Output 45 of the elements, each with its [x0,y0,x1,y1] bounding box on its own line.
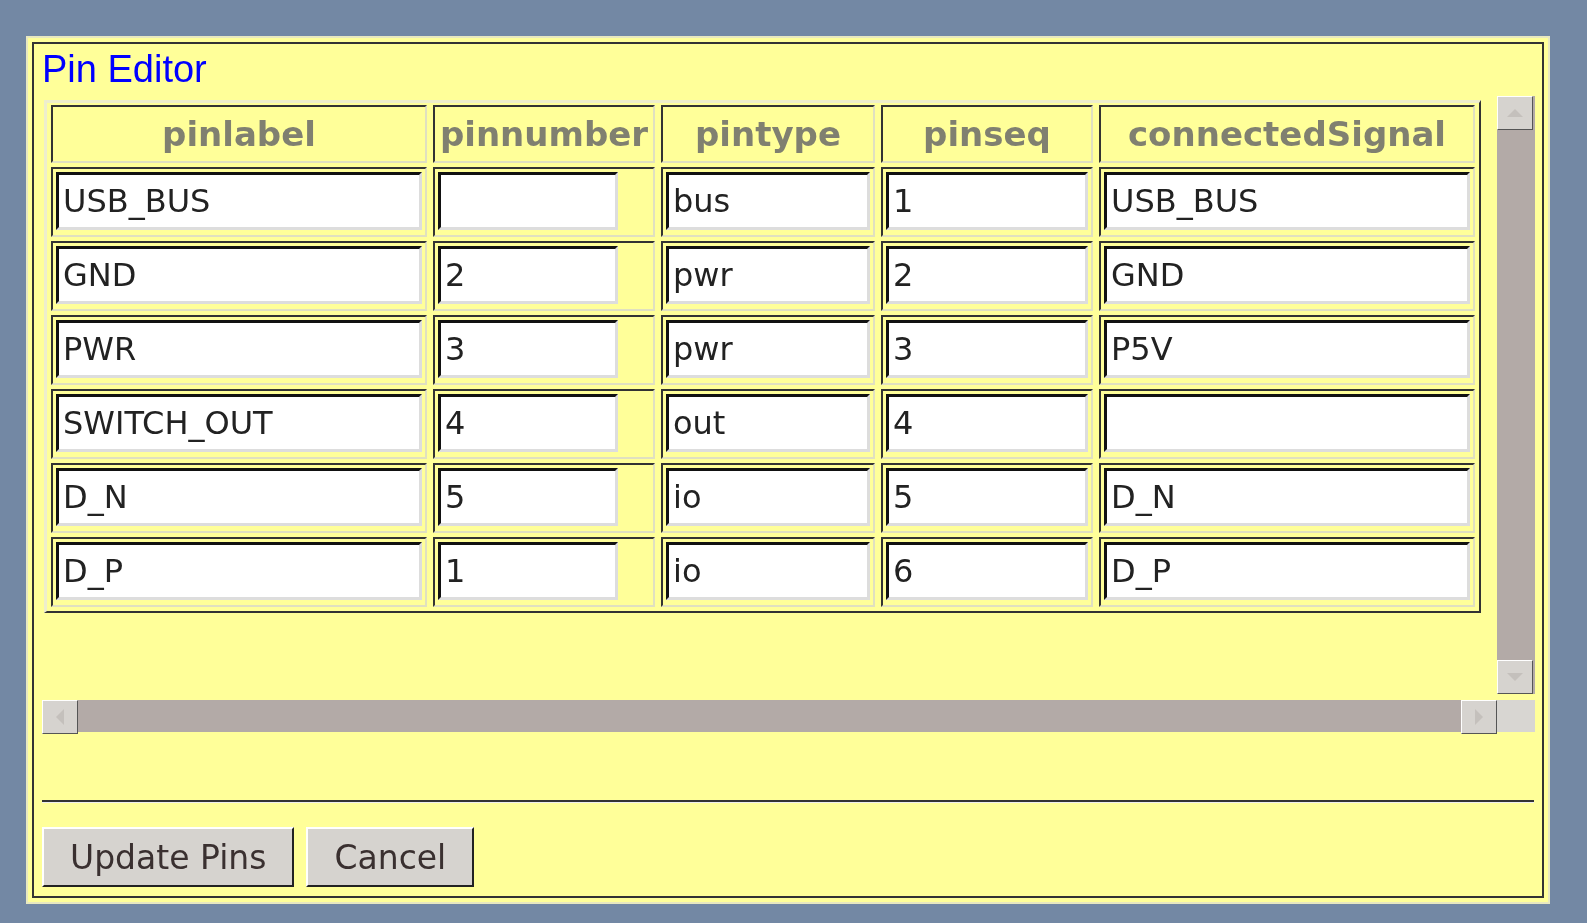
input-field[interactable] [438,172,618,230]
input-field[interactable]: PWR [56,320,422,378]
column-header: pintype [661,105,875,163]
input-field[interactable]: 6 [886,542,1088,600]
input-field[interactable]: D_N [56,468,422,526]
scroll-left-button[interactable] [42,700,78,734]
column-header: connectedSignal [1099,105,1475,163]
input-field[interactable] [1104,394,1470,452]
column-header: pinseq [881,105,1093,163]
input-field[interactable]: 3 [886,320,1088,378]
cancel-button[interactable]: Cancel [306,827,475,887]
horizontal-scrollbar[interactable] [42,700,1497,732]
scrollbar-corner [1497,700,1535,732]
input-field[interactable]: 5 [886,468,1088,526]
column-header: pinlabel [51,105,427,163]
input-field[interactable]: GND [56,246,422,304]
input-field[interactable]: 4 [886,394,1088,452]
input-field[interactable]: USB_BUS [1104,172,1470,230]
input-field[interactable]: 5 [438,468,618,526]
input-field[interactable]: 2 [438,246,618,304]
dialog-title: Pin Editor [42,47,208,92]
input-field[interactable]: D_P [1104,542,1470,600]
scroll-down-button[interactable] [1497,660,1533,694]
input-field[interactable]: bus [666,172,870,230]
input-field[interactable]: out [666,394,870,452]
scroll-right-button[interactable] [1461,700,1497,734]
input-field[interactable]: 3 [438,320,618,378]
input-field[interactable]: D_P [56,542,422,600]
input-field[interactable]: 4 [438,394,618,452]
input-field[interactable]: pwr [666,246,870,304]
input-field[interactable]: P5V [1104,320,1470,378]
input-field[interactable]: 1 [438,542,618,600]
input-field[interactable]: 1 [886,172,1088,230]
update-pins-button[interactable]: Update Pins [42,827,295,887]
input-field[interactable]: pwr [666,320,870,378]
input-field[interactable]: io [666,542,870,600]
input-field[interactable]: SWITCH_OUT [56,394,422,452]
column-header: pinnumber [433,105,655,163]
input-field[interactable]: D_N [1104,468,1470,526]
input-field[interactable]: USB_BUS [56,172,422,230]
input-field[interactable]: GND [1104,246,1470,304]
input-field[interactable]: 2 [886,246,1088,304]
scroll-up-button[interactable] [1497,96,1533,130]
input-field[interactable]: io [666,468,870,526]
vertical-scrollbar[interactable] [1497,96,1535,694]
